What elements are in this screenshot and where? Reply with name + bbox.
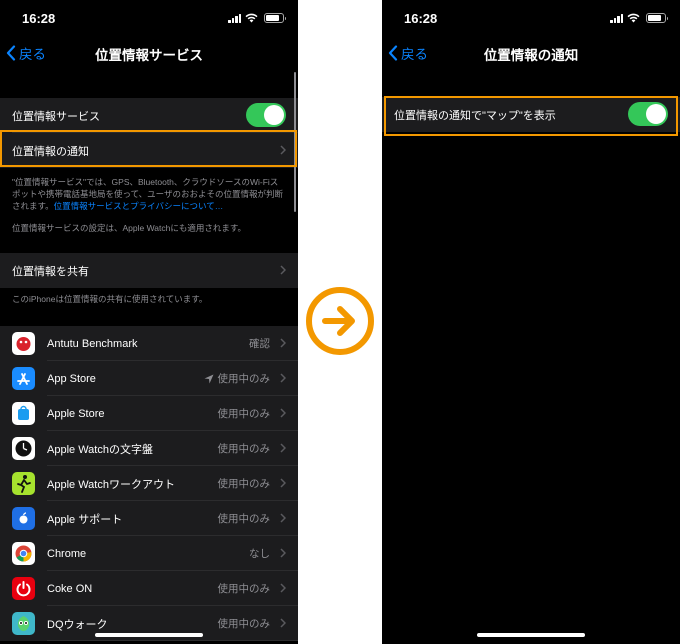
app-name: DQウォーク [47,618,108,631]
scrollbar[interactable] [293,72,296,212]
app-row[interactable]: Apple Watchワークアウト 使用中のみ [0,466,298,501]
app-row[interactable]: App Store 使用中のみ [0,361,298,396]
permission-value: 使用中のみ [218,441,271,456]
app-row[interactable]: Coke ON 使用中のみ [0,571,298,606]
status-time: 16:28 [404,11,438,26]
status-bar: 16:28 [382,0,680,36]
cellular-signal-icon [610,14,623,23]
nav-bar: 戻る 位置情報サービス [0,36,298,70]
chrome-icon [12,542,35,565]
privacy-link[interactable]: 位置情報サービスとプライバシーについて… [54,201,224,211]
app-name: App Store [47,372,96,385]
permission-value: 使用中のみ [204,371,271,386]
chevron-right-icon [280,373,286,383]
app-list: Antutu Benchmark 確認 App Store 使用中のみ Apple St… [0,326,298,641]
chevron-right-icon [280,145,286,155]
app-name: Apple Watchワークアウト [47,478,175,491]
show-in-maps-row: 位置情報の通知で"マップ"を表示 [382,97,680,132]
permission-label: 使用中のみ [217,443,271,455]
arrow-right-circle-icon [306,287,374,355]
app-name: Antutu Benchmark [47,337,138,350]
permission-label: 使用中のみ [217,513,271,525]
app-row[interactable]: Apple Store 使用中のみ [0,396,298,431]
chevron-right-icon [280,548,286,558]
location-services-toggle[interactable] [246,103,286,127]
chevron-right-icon [280,265,286,275]
watch-footer: 位置情報サービスの設定は、Apple Watchにも適用されます。 [12,223,247,233]
permission-value: 使用中のみ [218,476,271,491]
permission-label: 使用中のみ [217,583,271,595]
permission-label: 使用中のみ [217,618,271,630]
app-name: Apple Watchの文字盤 [47,443,153,456]
apple-store-icon [12,402,35,425]
location-arrow-icon [204,374,213,383]
status-icons [228,13,286,23]
chevron-right-icon [280,338,286,348]
app-name: Apple Store [47,407,105,420]
app-row[interactable]: Chrome なし [0,536,298,571]
location-services-footer: "位置情報サービス"では、GPS、Bluetooth、クラウドソースのWi-Fi… [0,168,298,212]
chevron-right-icon [280,478,286,488]
watch-face-icon [12,437,35,460]
share-location-label: 位置情報を共有 [12,265,89,278]
permission-label: なし [249,548,270,560]
permission-value: 使用中のみ [218,581,271,596]
antutu-icon [12,332,35,355]
permission-label: 使用中のみ [217,373,271,385]
show-in-maps-toggle[interactable] [628,102,668,126]
cellular-signal-icon [228,14,241,23]
dq-walk-icon [12,612,35,635]
app-name: Chrome [47,547,87,560]
chevron-right-icon [280,618,286,628]
settings-list[interactable]: 位置情報サービス 位置情報の通知 "位置情報サービス"では、GPS、Blueto… [0,70,298,644]
app-row[interactable]: Apple サポート 使用中のみ [0,501,298,536]
location-alerts-row[interactable]: 位置情報の通知 [0,133,298,168]
wifi-icon [627,13,640,23]
permission-value: 使用中のみ [218,406,271,421]
location-alerts-label: 位置情報の通知 [12,145,89,158]
permission-value: 使用中のみ [218,511,271,526]
app-store-icon [12,367,35,390]
apple-support-icon [12,507,35,530]
app-row[interactable]: Apple Watchの文字盤 使用中のみ [0,431,298,466]
app-name: Coke ON [47,582,93,595]
workout-icon [12,472,35,495]
status-bar: 16:28 [0,0,298,36]
nav-bar: 戻る 位置情報の通知 [382,36,680,70]
status-icons [610,13,668,23]
wifi-icon [245,13,258,23]
coke-on-icon [12,577,35,600]
chevron-right-icon [280,443,286,453]
page-title: 位置情報の通知 [483,48,579,63]
location-services-row: 位置情報サービス [0,98,298,133]
chevron-right-icon [280,583,286,593]
chevron-right-icon [280,513,286,523]
permission-value: 確認 [249,336,270,351]
app-row[interactable]: Antutu Benchmark 確認 [0,326,298,361]
page-title: 位置情報サービス [95,48,203,63]
permission-label: 確認 [249,338,270,350]
permission-value: 使用中のみ [218,616,271,631]
permission-label: 使用中のみ [217,478,271,490]
battery-icon [646,13,668,23]
show-in-maps-label: 位置情報の通知で"マップ"を表示 [394,109,556,122]
right-screen: 16:28 戻る 位置情報の通知 位置情報の通知で"マップ"を表示 [382,0,680,644]
share-location-row[interactable]: 位置情報を共有 [0,253,298,288]
location-services-label: 位置情報サービス [12,110,100,123]
permission-value: なし [249,546,270,561]
permission-label: 使用中のみ [217,408,271,420]
home-indicator [477,633,585,637]
status-time: 16:28 [22,11,56,26]
settings-list: 位置情報の通知で"マップ"を表示 [382,70,680,644]
app-name: Apple サポート [47,513,123,526]
left-screen: 16:28 戻る 位置情報サービス 位置情報サービス 位置情報の通知 "位置情報… [0,0,298,644]
chevron-right-icon [280,408,286,418]
home-indicator [95,633,203,637]
share-footer: このiPhoneは位置情報の共有に使用されています。 [12,294,208,304]
battery-icon [264,13,286,23]
